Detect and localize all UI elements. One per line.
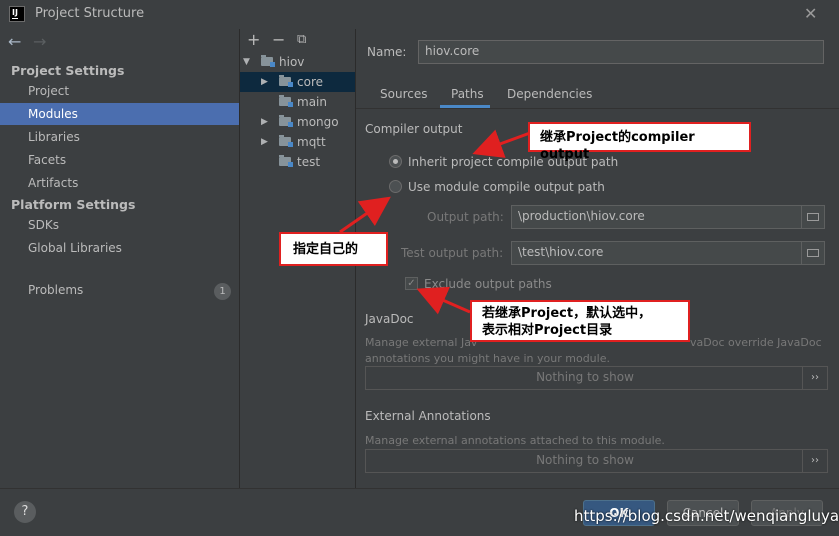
tab-divider [356,108,839,109]
module-folder-icon [279,75,293,87]
use-module-output-radio[interactable] [389,180,402,193]
tab-sources[interactable]: Sources [380,87,427,101]
more-icon[interactable]: ›› [802,450,827,472]
add-icon[interactable]: + [247,30,260,49]
browse-folder-icon[interactable] [801,242,824,264]
javadoc-desc-left: Manage external Jav [365,336,478,349]
tab-dependencies[interactable]: Dependencies [507,87,592,101]
tree-item-label: mqtt [297,135,326,149]
intellij-logo-icon: IJ [9,6,25,22]
more-icon[interactable]: ›› [802,367,827,389]
output-path-input[interactable]: \production\hiov.core [511,205,825,229]
test-output-path-value: \test\hiov.core [518,245,604,259]
external-annotations-desc: Manage external annotations attached to … [365,434,665,447]
close-icon[interactable]: ✕ [804,4,817,23]
tree-item-hiov[interactable]: ▼ hiov [240,52,355,72]
expanded-arrow-icon[interactable]: ▼ [243,52,250,72]
sidebar-item-global-libraries[interactable]: Global Libraries [0,237,239,259]
tree-item-test[interactable]: test [240,152,355,172]
exclude-output-label: Exclude output paths [424,277,552,291]
tree-item-label: core [297,75,323,89]
callout-inherit: 继承Project的compiler output [528,122,751,162]
name-label: Name: [367,45,407,59]
test-output-path-input[interactable]: \test\hiov.core [511,241,825,265]
remove-icon[interactable]: − [272,30,285,49]
test-output-path-label: Test output path: [401,246,504,260]
section-platform-settings: Platform Settings [11,197,136,212]
back-arrow-icon[interactable]: ← [8,32,21,51]
watermark: https://blog.csdn.net/wenqiangluyao [574,507,839,525]
exclude-output-checkbox[interactable]: ✓ [405,277,418,290]
callout-exclude-line2: 表示相对Project目录 [482,323,613,338]
output-path-value: \production\hiov.core [518,209,645,223]
module-folder-icon [261,55,275,67]
tab-paths[interactable]: Paths [451,87,484,101]
javadoc-desc-line2: annotations you might have in your modul… [365,352,610,365]
callout-exclude-line1: 若继承Project，默认选中， [482,306,652,321]
sidebar-item-artifacts[interactable]: Artifacts [0,172,239,194]
section-project-settings: Project Settings [11,63,125,78]
tree-item-mongo[interactable]: ▶ mongo [240,112,355,132]
use-module-output-label: Use module compile output path [408,180,605,194]
sidebar-item-project[interactable]: Project [0,80,239,102]
collapsed-arrow-icon[interactable]: ▶ [261,72,268,92]
help-button[interactable]: ? [14,501,36,523]
sidebar-item-libraries[interactable]: Libraries [0,126,239,148]
tree-item-mqtt[interactable]: ▶ mqtt [240,132,355,152]
tree-item-label: test [297,155,321,169]
external-annotations-title: External Annotations [365,409,491,423]
module-folder-icon [279,135,293,147]
sidebar-item-modules[interactable]: Modules [0,103,239,125]
output-path-label: Output path: [427,210,504,224]
sidebar-item-facets[interactable]: Facets [0,149,239,171]
copy-icon[interactable]: ⧉ [297,32,306,47]
tree-item-label: mongo [297,115,339,129]
external-annotations-empty-text: Nothing to show [536,453,634,467]
external-annotations-list[interactable]: Nothing to show ›› [365,449,828,473]
module-name-input[interactable]: hiov.core [418,40,824,64]
tree-item-label: hiov [279,55,305,69]
window-title: Project Structure [35,6,145,21]
sidebar-item-sdks[interactable]: SDKs [0,214,239,236]
collapsed-arrow-icon[interactable]: ▶ [261,132,268,152]
sidebar-item-problems[interactable]: Problems [0,279,239,301]
callout-exclude: 若继承Project，默认选中， 表示相对Project目录 [470,300,690,342]
module-folder-icon [279,95,293,107]
tree-item-core[interactable]: ▶ core [240,72,355,92]
javadoc-title: JavaDoc [365,312,414,326]
callout-custom: 指定自己的 [279,232,388,266]
javadoc-list[interactable]: Nothing to show ›› [365,366,828,390]
javadoc-empty-text: Nothing to show [536,370,634,384]
inherit-output-radio[interactable] [389,155,402,168]
compiler-output-title: Compiler output [365,122,463,136]
forward-arrow-icon[interactable]: → [33,32,46,51]
browse-folder-icon[interactable] [801,206,824,228]
javadoc-desc-right: vaDoc override JavaDoc [690,336,822,349]
tree-item-main[interactable]: main [240,92,355,112]
tree-item-label: main [297,95,327,109]
module-folder-icon [279,155,293,167]
module-folder-icon [279,115,293,127]
problems-count-badge: 1 [214,283,231,300]
collapsed-arrow-icon[interactable]: ▶ [261,112,268,132]
